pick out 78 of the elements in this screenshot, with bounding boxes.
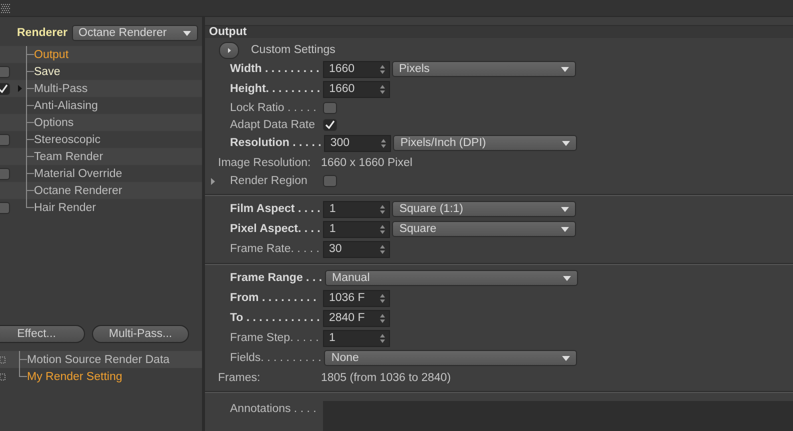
caret-icon (561, 226, 570, 232)
preset-label: Custom Settings (251, 44, 336, 56)
expand-button[interactable] (219, 42, 239, 58)
tree-item[interactable]: Hair Render (34, 202, 96, 214)
dropdown[interactable]: Pixels (392, 61, 576, 77)
caret-icon (182, 30, 190, 36)
field-label: From . . . . . . . . . (230, 292, 318, 304)
spinner-icon[interactable] (380, 314, 385, 322)
tree-item[interactable]: Output (34, 48, 69, 60)
number-field[interactable]: 2840 F (323, 310, 390, 326)
field-label: Resolution . . . . . (230, 137, 322, 149)
spinner-icon[interactable] (380, 244, 385, 254)
number-field[interactable]: 1036 F (323, 290, 390, 306)
field-label: Film Aspect . . . . (230, 203, 320, 215)
field-label: Adapt Data Rate (230, 118, 316, 130)
checkbox[interactable] (0, 134, 10, 146)
tree-item[interactable]: Anti-Aliasing (34, 100, 98, 112)
tree-item[interactable]: Stereoscopic (34, 134, 100, 146)
field-label: Width . . . . . . . . . (230, 63, 320, 75)
checkbox[interactable] (323, 102, 337, 114)
number-field[interactable]: 1 (323, 220, 390, 238)
number-field[interactable]: 30 (323, 240, 390, 258)
dropdown[interactable]: Pixels/Inch (DPI) (393, 135, 578, 151)
spinner-icon[interactable] (381, 138, 386, 148)
dropdown[interactable]: Square (392, 221, 576, 237)
caret-icon (562, 140, 570, 146)
spinner-icon[interactable] (380, 224, 386, 234)
checkbox[interactable] (0, 202, 10, 214)
dropdown[interactable]: Square (1:1) (392, 201, 576, 217)
number-field[interactable]: 300 (324, 134, 392, 152)
checkbox[interactable] (0, 66, 10, 78)
caret-icon (561, 66, 569, 72)
field-label: Pixel Aspect. . . . (230, 223, 320, 235)
tree-item[interactable]: Multi-Pass (34, 82, 88, 94)
checkbox[interactable] (323, 118, 337, 130)
info-label: Image Resolution: (218, 156, 312, 168)
renderer-label: Renderer (17, 27, 68, 39)
spinner-icon[interactable] (380, 64, 385, 74)
settings-icon (0, 356, 6, 364)
tree-item[interactable]: Options (34, 116, 74, 128)
field-label: Lock Ratio . . . . . (230, 102, 318, 114)
field-label: To . . . . . . . . . . . . (230, 312, 320, 324)
renderer-dropdown[interactable]: Octane Renderer (72, 25, 198, 41)
tree-item[interactable]: Material Override (34, 168, 122, 180)
info-value: 1660 x 1660 Pixel (321, 156, 412, 168)
spinner-icon[interactable] (380, 204, 386, 214)
checkbox[interactable] (0, 168, 10, 180)
caret-icon (562, 356, 570, 360)
tree-item[interactable]: Save (34, 66, 60, 78)
number-field[interactable]: 1 (323, 330, 390, 346)
spinner-icon[interactable] (380, 84, 386, 94)
info-label: Frames: (218, 372, 262, 384)
field-label: Fields. . . . . . . . . . (230, 352, 322, 364)
dropdown[interactable]: Manual (325, 270, 578, 286)
caret-icon (563, 276, 572, 280)
field-label: Annotations . . . . (230, 402, 318, 415)
render-setting-item[interactable]: My Render Setting (27, 370, 122, 382)
dropdown[interactable]: None (324, 350, 578, 366)
info-value: 1805 (from 1036 to 2840) (321, 372, 451, 384)
field-label: Frame Rate. . . . . (230, 243, 320, 255)
spinner-icon[interactable] (380, 294, 385, 302)
number-field[interactable]: 1 (323, 200, 390, 218)
field-label: Frame Step. . . . . (230, 332, 320, 344)
field-label: Frame Range . . . (230, 272, 322, 284)
settings-icon (0, 372, 6, 380)
play-icon (228, 48, 230, 52)
expand-arrow-icon[interactable] (211, 178, 215, 184)
number-field[interactable]: 1660 (323, 80, 390, 98)
field-label: Height. . . . . . . . . (230, 83, 320, 95)
effect-button[interactable]: Effect... (0, 325, 85, 343)
effect-button[interactable]: Multi-Pass... (92, 325, 189, 343)
field-label: Render Region (230, 175, 308, 187)
section-header: Output (205, 25, 793, 38)
checkbox[interactable] (323, 175, 337, 187)
caret-icon (561, 206, 570, 212)
checkbox[interactable] (0, 82, 10, 94)
number-field[interactable]: 1660 (323, 60, 390, 78)
spinner-icon[interactable] (380, 334, 385, 342)
